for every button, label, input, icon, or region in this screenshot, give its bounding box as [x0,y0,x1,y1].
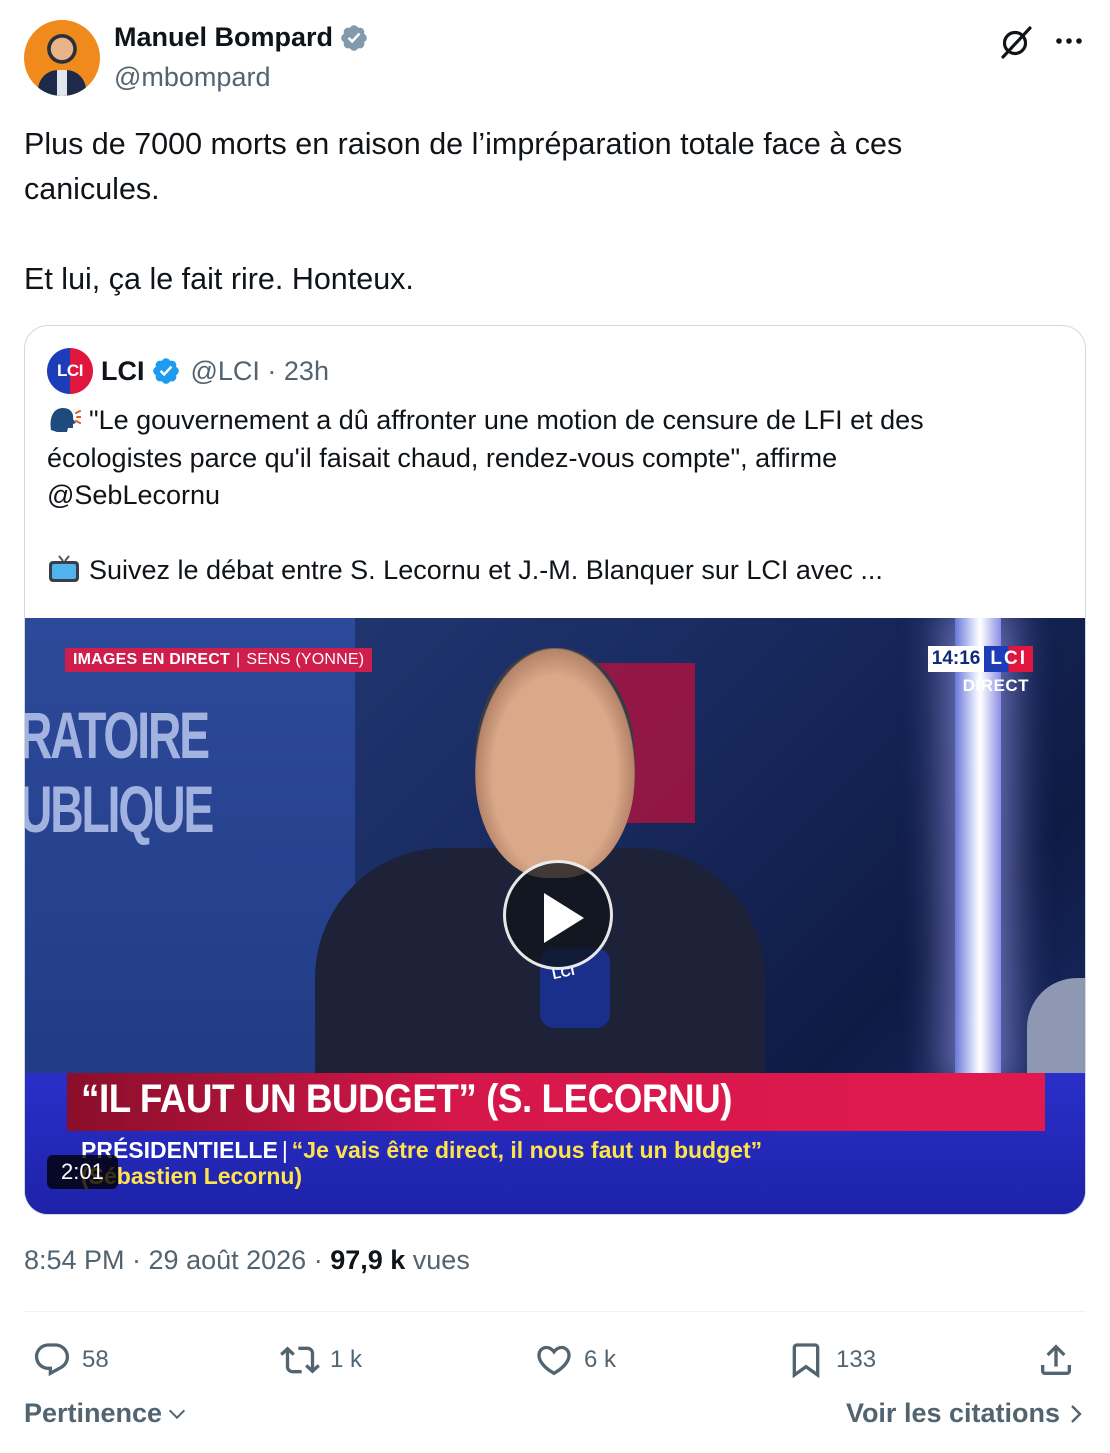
quoted-text-line2: écologistes parce qu'il faisait chaud, r… [47,442,838,473]
view-quotes-link[interactable]: Voir les citations [846,1398,1086,1429]
bookmark-count: 133 [836,1346,877,1373]
grok-icon[interactable] [998,24,1034,60]
repost-icon [280,1346,320,1374]
reply-icon [34,1343,70,1377]
clock-time: 14:16 [927,646,985,672]
tweet-text: Plus de 7000 morts en raison de l’imprép… [24,122,1064,302]
tag-location: SENS (YONNE) [246,651,365,668]
chevron-right-icon [1071,1404,1082,1423]
quoted-tweet-header: LCI LCI @LCI · 23h [47,348,329,394]
author-handle[interactable]: @mbompard [114,62,270,93]
author-name-row: Manuel Bompard [114,22,369,53]
repost-count: 1 k [330,1346,363,1373]
bookmark-button[interactable]: 133 [786,1332,876,1388]
speaking-head-icon [50,408,81,432]
video-duration: 2:01 [47,1155,118,1189]
share-icon [1041,1344,1071,1375]
author-avatar[interactable] [24,20,100,96]
reply-count: 58 [82,1346,109,1373]
author-name[interactable]: Manuel Bompard [114,22,333,53]
quoted-avatar[interactable]: LCI [47,348,93,394]
channel-logo: LCI [984,646,1033,672]
quoted-tweet-text: "Le gouvernement a dû affronter une moti… [47,402,1057,590]
quoted-text-line4: Suivez le débat entre S. Lecornu et J.-M… [89,555,883,585]
divider [24,1311,1086,1312]
heart-icon [537,1345,571,1376]
television-icon [49,555,79,582]
more-options-icon[interactable] [1052,26,1086,56]
speaker-figure [275,648,795,1118]
sort-label: Pertinence [24,1398,163,1428]
chair [1027,978,1085,1088]
share-button[interactable] [1036,1332,1076,1388]
backdrop-text: RATOIRE UBLIQUE [25,698,214,846]
live-images-tag: IMAGES EN DIRECT | SENS (YONNE) [65,648,373,672]
banner-headline: “IL FAUT UN BUDGET” (S. LECORNU) [81,1077,733,1121]
video-player[interactable]: RATOIRE UBLIQUE LCI IMAGES EN DIRECT | S… [25,618,1085,1214]
verified-badge-icon [152,358,179,384]
tweet-text-line: canicules. [24,172,160,206]
quoted-text-line1: "Le gouvernement a dû affronter une moti… [89,405,924,435]
quoted-author-name[interactable]: LCI [101,356,145,387]
quoted-text-line: "Le gouvernement a dû affronter une moti… [47,402,1057,440]
views-label: vues [405,1245,470,1275]
tweet-meta: 8:54 PM · 29 août 2026 · 97,9 k vues [24,1245,470,1276]
tweet-text-line: Et lui, ça le fait rire. Honteux. [24,262,414,296]
live-label: DIRECT [962,676,1029,695]
lower-third-banner: “IL FAUT UN BUDGET” (S. LECORNU) PRÉSIDE… [25,1073,1085,1214]
channel-clock: 14:16 LCI [927,646,1033,672]
play-icon [544,893,584,943]
verified-badge-icon [341,24,367,51]
quoted-tweet-card[interactable]: LCI LCI @LCI · 23h "Le gouvernement a dû… [24,325,1086,1215]
tag-left: IMAGES EN DIRECT [73,651,230,668]
sort-dropdown[interactable]: Pertinence [24,1398,188,1429]
repost-button[interactable]: 1 k [280,1332,362,1388]
like-count: 6 k [584,1346,617,1373]
quoted-text-line: Suivez le débat entre S. Lecornu et J.-M… [47,552,1057,590]
like-button[interactable]: 6 k [534,1332,616,1388]
tweet-text-line: Plus de 7000 morts en raison de l’imprép… [24,127,903,161]
tweet-header: Manuel Bompard @mbompard [24,20,1086,100]
views-count: 97,9 k [330,1245,406,1275]
timestamp[interactable]: 8:54 PM · 29 août 2026 · [24,1245,330,1275]
bookmark-icon [792,1343,820,1379]
action-bar: 58 1 k 6 k 133 [24,1332,1086,1388]
view-quotes-label: Voir les citations [845,1398,1060,1428]
play-button[interactable] [503,860,613,970]
tag-separator: | [236,651,241,668]
replies-controls: Pertinence Voir les citations [24,1398,1086,1438]
banner-subtitle: PRÉSIDENTIELLE | “Je vais être direct, il … [81,1137,763,1189]
reply-button[interactable]: 58 [32,1332,109,1388]
mention-link[interactable]: @SebLecornu [47,477,1057,515]
quoted-handle-time[interactable]: @LCI · 23h [191,356,329,387]
chevron-down-icon [169,1409,186,1419]
